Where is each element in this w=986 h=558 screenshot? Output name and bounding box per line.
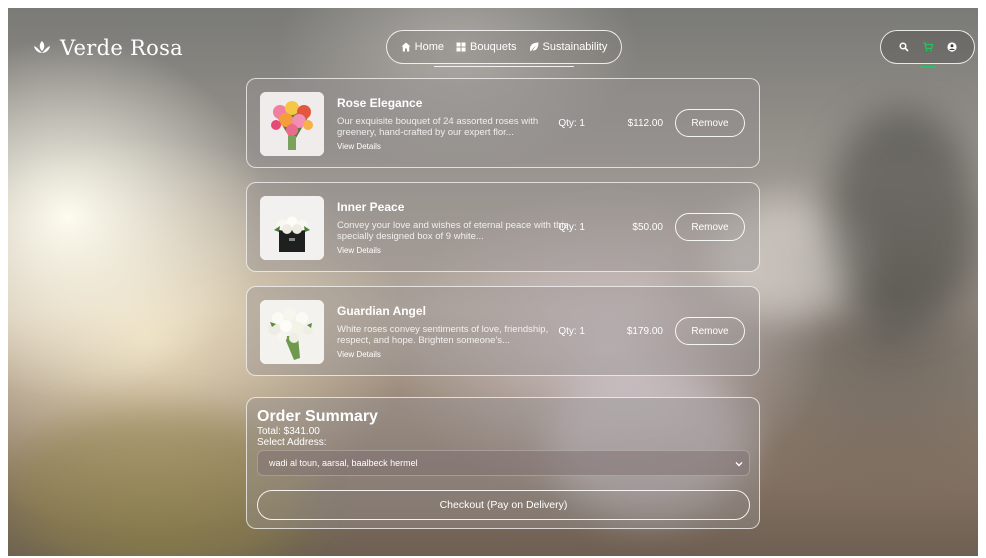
leaf-icon (529, 42, 538, 52)
cart-active-indicator (921, 66, 935, 68)
view-details-link[interactable]: View Details (337, 246, 381, 255)
product-price: $112.00 (627, 118, 663, 129)
product-image[interactable] (260, 196, 324, 260)
view-details-link[interactable]: View Details (337, 142, 381, 151)
product-description: White roses convey sentiments of love, f… (337, 324, 549, 346)
search-icon[interactable] (898, 42, 909, 52)
background-blur (828, 108, 978, 328)
product-name: Rose Elegance (337, 96, 423, 110)
product-name: Inner Peace (337, 200, 405, 214)
address-selected-value: wadi al toun, aarsal, baalbeck hermel (269, 458, 418, 468)
brand-logo[interactable]: Verde Rosa (32, 36, 183, 60)
remove-button[interactable]: Remove (675, 317, 745, 345)
cart-icon[interactable] (923, 42, 933, 52)
remove-button[interactable]: Remove (675, 213, 745, 241)
remove-button[interactable]: Remove (675, 109, 745, 137)
product-price: $179.00 (626, 326, 663, 337)
checkout-button[interactable]: Checkout (Pay on Delivery) (257, 490, 750, 520)
product-image[interactable] (260, 300, 324, 364)
view-details-link[interactable]: View Details (337, 350, 381, 359)
address-select[interactable]: wadi al toun, aarsal, baalbeck hermel (257, 450, 750, 476)
cart-item: Inner Peace Convey your love and wishes … (246, 182, 760, 272)
nav-sustainability[interactable]: Sustainability (529, 41, 608, 53)
cart-item: Guardian Angel White roses convey sentim… (246, 286, 760, 376)
lotus-icon (34, 41, 50, 53)
product-name: Guardian Angel (337, 304, 426, 318)
product-quantity: Qty: 1 (558, 222, 585, 233)
bouquet-icon (456, 42, 466, 52)
brand-name: Verde Rosa (60, 36, 184, 60)
product-image[interactable] (260, 92, 324, 156)
order-summary-title: Order Summary (257, 408, 378, 425)
nav-active-indicator (434, 66, 574, 67)
product-quantity: Qty: 1 (558, 118, 585, 129)
product-price: $50.00 (632, 222, 663, 233)
nav-bouquets-label: Bouquets (470, 41, 517, 53)
nav-home-label: Home (414, 41, 445, 53)
chevron-down-icon (735, 462, 743, 467)
product-description: Our exquisite bouquet of 24 assorted ros… (337, 116, 539, 138)
cart-item: Rose Elegance Our exquisite bouquet of 2… (246, 78, 760, 168)
header-actions (880, 30, 975, 64)
main-nav: Home Bouquets Sustainability (386, 30, 622, 64)
order-total: Total: $341.00 (257, 426, 320, 437)
product-description: Convey your love and wishes of eternal p… (337, 220, 569, 242)
product-quantity: Qty: 1 (558, 326, 585, 337)
address-label: Select Address: (257, 437, 327, 448)
page-background: Verde Rosa Home Bouquets Sustainability (8, 8, 978, 556)
home-icon (401, 42, 411, 52)
order-summary: Order Summary Total: $341.00 Select Addr… (246, 397, 760, 529)
nav-bouquets[interactable]: Bouquets (456, 41, 517, 53)
user-icon[interactable] (946, 42, 957, 52)
nav-sustainability-label: Sustainability (542, 41, 608, 53)
nav-home[interactable]: Home (401, 41, 444, 53)
